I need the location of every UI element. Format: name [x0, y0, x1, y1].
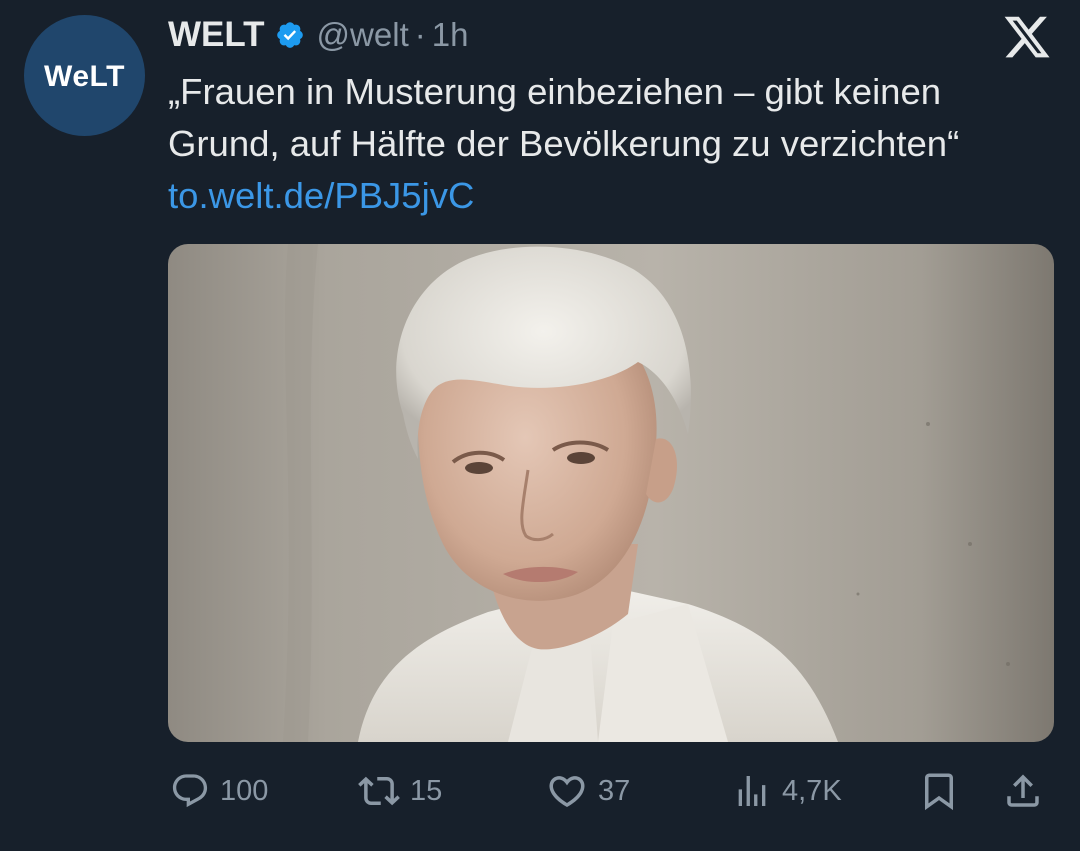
tweet-body: „Frauen in Musterung einbeziehen – gibt …	[168, 71, 960, 164]
tweet-actions: 100 15 37 4,7K	[168, 764, 1054, 818]
separator-dot: ·	[414, 16, 426, 53]
reply-icon	[170, 771, 210, 811]
heart-icon	[546, 770, 588, 812]
tweet-header: WELT @welt · 1h	[168, 14, 468, 56]
avatar[interactable]: WeLT	[24, 15, 145, 136]
portrait-photo	[168, 244, 1054, 742]
avatar-logo-text: WeLT	[44, 59, 125, 93]
timestamp[interactable]: 1h	[432, 16, 469, 54]
repost-count: 15	[410, 774, 443, 807]
user-handle[interactable]: @welt	[317, 16, 409, 54]
x-logo-icon	[1002, 12, 1052, 62]
reply-button[interactable]: 100	[170, 764, 268, 818]
repost-button[interactable]: 15	[358, 764, 442, 818]
share-button[interactable]	[1002, 764, 1044, 818]
like-count: 37	[598, 774, 631, 807]
reply-count: 100	[220, 774, 269, 807]
tweet-link[interactable]: to.welt.de/PBJ5jvC	[168, 175, 474, 216]
bookmark-icon	[918, 770, 960, 812]
display-name[interactable]: WELT	[168, 15, 265, 55]
views-button[interactable]: 4,7K	[732, 764, 842, 818]
like-button[interactable]: 37	[546, 764, 630, 818]
tweet-text: „Frauen in Musterung einbeziehen – gibt …	[168, 66, 1058, 222]
verified-badge-icon	[275, 20, 305, 50]
analytics-icon	[732, 771, 772, 811]
tweet-photo[interactable]	[168, 244, 1054, 742]
bookmark-button[interactable]	[918, 764, 960, 818]
views-count: 4,7K	[782, 774, 842, 807]
share-icon	[1002, 770, 1044, 812]
repost-icon	[358, 770, 400, 812]
